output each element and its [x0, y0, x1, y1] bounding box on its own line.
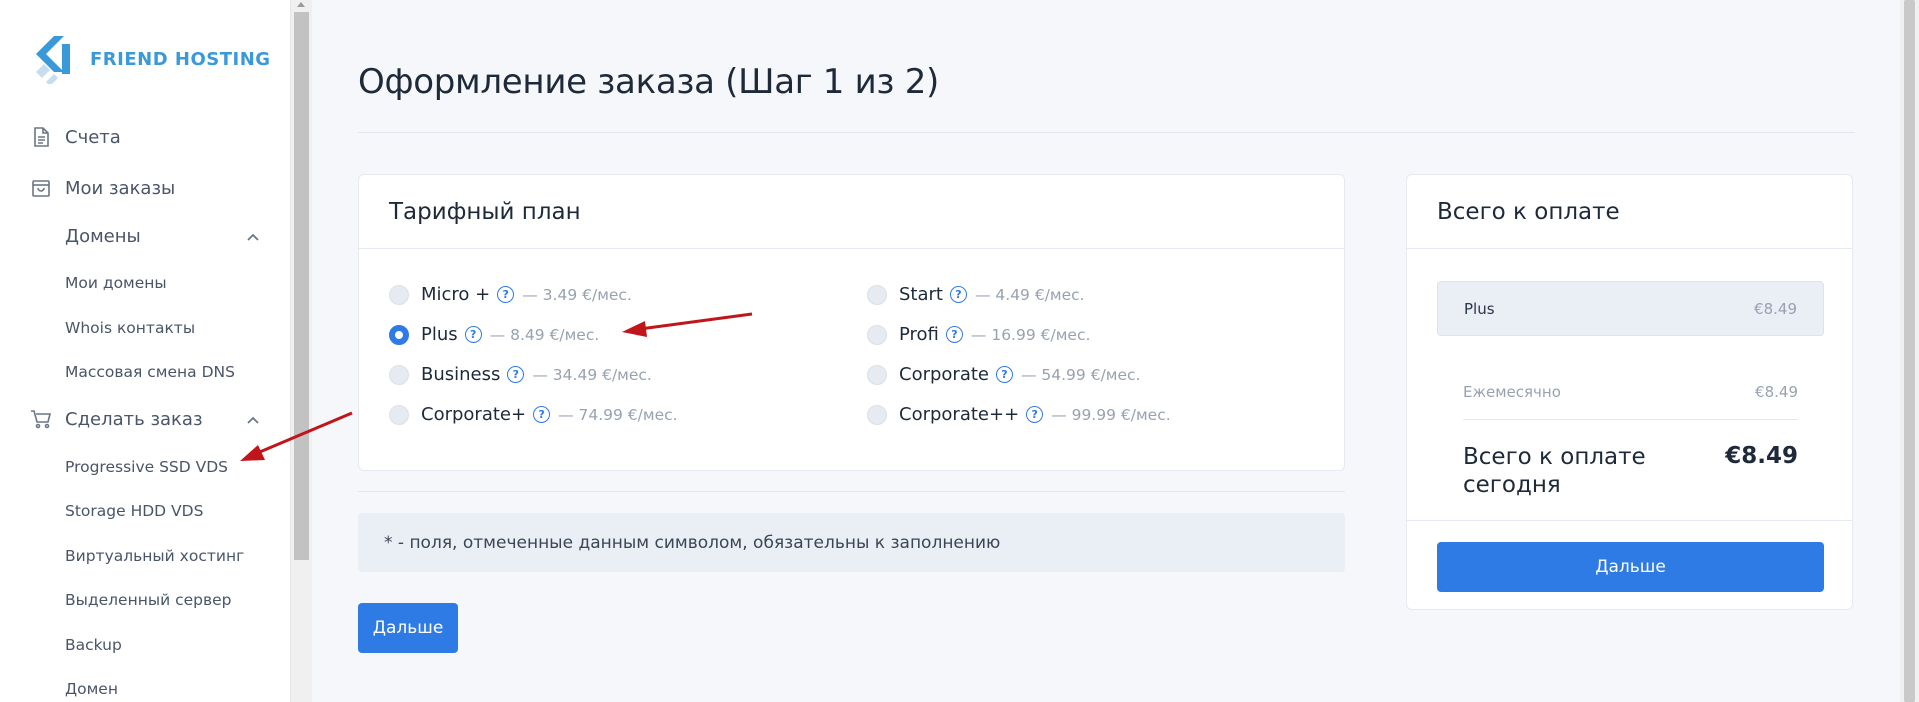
plan-radio[interactable]	[389, 284, 409, 305]
plan-option-start[interactable]: Start ? — 4.49 €/мес.	[867, 284, 1085, 305]
sidebar-item-progressive-ssd-vds[interactable]: Progressive SSD VDS	[65, 458, 228, 476]
sidebar-group-label: Домены	[65, 226, 141, 247]
help-icon[interactable]: ?	[464, 326, 482, 343]
plan-name: Corporate+	[421, 404, 527, 425]
sidebar-item-label: Мои заказы	[65, 177, 176, 199]
plan-radio-selected[interactable]	[389, 324, 409, 345]
total-value: €8.49	[1725, 443, 1798, 469]
plan-card: Тарифный план Micro + ? — 3.49 €/мес. Pl…	[358, 174, 1345, 471]
sidebar-item-domain[interactable]: Домен	[65, 680, 118, 698]
plan-card-title: Тарифный план	[359, 175, 1344, 249]
help-icon[interactable]: ?	[949, 286, 967, 303]
summary-item-name: Plus	[1464, 299, 1495, 318]
shopping-bag-icon	[30, 177, 52, 199]
plan-name: Plus	[421, 324, 458, 345]
monthly-label: Ежемесячно	[1463, 383, 1561, 401]
document-icon	[30, 126, 52, 148]
next-button[interactable]: Дальше	[358, 603, 458, 653]
help-icon[interactable]: ?	[995, 366, 1013, 383]
monthly-value: €8.49	[1755, 383, 1798, 401]
divider	[1463, 419, 1798, 420]
plan-name: Corporate++	[899, 404, 1020, 425]
help-icon[interactable]: ?	[497, 286, 515, 303]
page-scrollbar[interactable]	[1900, 0, 1919, 702]
sidebar-group-label: Сделать заказ	[65, 408, 203, 430]
sidebar-group-domains[interactable]: Домены	[65, 226, 260, 247]
plan-price: — 3.49 €/мес.	[522, 285, 632, 304]
plan-name: Start	[899, 284, 943, 305]
plan-radio[interactable]	[867, 404, 887, 425]
cart-icon	[30, 408, 52, 430]
total-label: Всего к оплате сегодня	[1463, 444, 1646, 498]
plan-name: Profi	[899, 324, 939, 345]
sidebar-scrollbar[interactable]	[290, 0, 312, 702]
plan-radio[interactable]	[867, 284, 887, 305]
summary-item-price: €8.49	[1754, 299, 1797, 318]
monthly-row: Ежемесячно €8.49	[1463, 383, 1798, 401]
brand-logo[interactable]: FRIEND HOSTING	[32, 34, 271, 84]
required-fields-note: * - поля, отмеченные данным символом, об…	[358, 513, 1345, 572]
plan-radio[interactable]	[867, 364, 887, 385]
sidebar-item-whois-contacts[interactable]: Whois контакты	[65, 319, 195, 337]
page-scrollbar-thumb[interactable]	[1904, 0, 1915, 702]
sidebar-item-storage-hdd-vds[interactable]: Storage HDD VDS	[65, 502, 203, 520]
plan-price: — 8.49 €/мес.	[489, 325, 600, 344]
sidebar-item-virtual-hosting[interactable]: Виртуальный хостинг	[65, 547, 244, 565]
chevron-up-icon[interactable]	[246, 226, 260, 247]
order-summary-card: Всего к оплате Plus €8.49 Ежемесячно €8.…	[1406, 174, 1853, 610]
plan-option-micro-plus[interactable]: Micro + ? — 3.49 €/мес.	[389, 284, 632, 305]
plan-option-plus[interactable]: Plus ? — 8.49 €/мес.	[389, 324, 599, 345]
plan-radio[interactable]	[389, 364, 409, 385]
plan-price: — 99.99 €/мес.	[1051, 405, 1171, 424]
plan-price: — 74.99 €/мес.	[558, 405, 678, 424]
total-row: Всего к оплате сегодня €8.49	[1463, 443, 1798, 499]
plan-price: — 4.49 €/мес.	[974, 285, 1085, 304]
sidebar-item-invoices[interactable]: Счета	[30, 126, 121, 148]
plan-name: Corporate	[899, 364, 989, 385]
divider	[358, 491, 1345, 492]
help-icon[interactable]: ?	[507, 366, 525, 383]
sidebar-group-make-order[interactable]: Сделать заказ	[30, 408, 260, 430]
summary-next-button[interactable]: Дальше	[1437, 542, 1824, 592]
scrollbar-thumb[interactable]	[294, 12, 309, 560]
plan-option-corporate-plus[interactable]: Corporate+ ? — 74.99 €/мес.	[389, 404, 678, 425]
plan-price: — 16.99 €/мес.	[970, 325, 1091, 344]
sidebar-item-my-orders[interactable]: Мои заказы	[30, 177, 175, 199]
divider	[358, 132, 1855, 133]
sidebar-item-my-domains[interactable]: Мои домены	[65, 274, 167, 292]
scroll-up-arrow-icon[interactable]	[297, 2, 305, 7]
page-title: Оформление заказа (Шаг 1 из 2)	[358, 62, 940, 102]
brand-name: FRIEND HOSTING	[90, 48, 271, 70]
chevron-up-icon[interactable]	[246, 409, 260, 430]
divider	[1407, 520, 1852, 521]
plan-price: — 54.99 €/мес.	[1020, 365, 1141, 384]
plan-name: Business	[421, 364, 501, 385]
plan-option-profi[interactable]: Profi ? — 16.99 €/мес.	[867, 324, 1090, 345]
summary-title: Всего к оплате	[1407, 175, 1852, 249]
plan-price: — 34.49 €/мес.	[532, 365, 652, 384]
sidebar-item-bulk-dns[interactable]: Массовая смена DNS	[65, 363, 235, 381]
sidebar-item-backup[interactable]: Backup	[65, 636, 122, 654]
help-icon[interactable]: ?	[945, 326, 963, 343]
friend-hosting-logo-icon	[36, 36, 70, 84]
plan-option-business[interactable]: Business ? — 34.49 €/мес.	[389, 364, 652, 385]
plan-option-corporate[interactable]: Corporate ? — 54.99 €/мес.	[867, 364, 1140, 385]
sidebar-item-label: Счета	[65, 126, 121, 148]
sidebar: FRIEND HOSTING Счета Мои заказы Домены М…	[0, 0, 290, 702]
help-icon[interactable]: ?	[1026, 406, 1044, 423]
plan-option-corporate-plus-plus[interactable]: Corporate++ ? — 99.99 €/мес.	[867, 404, 1171, 425]
help-icon[interactable]: ?	[533, 406, 551, 423]
plan-radio[interactable]	[389, 404, 409, 425]
plan-radio[interactable]	[867, 324, 887, 345]
plan-name: Micro +	[421, 284, 491, 305]
sidebar-item-dedicated-server[interactable]: Выделенный сервер	[65, 591, 231, 609]
summary-item: Plus €8.49	[1437, 281, 1824, 336]
